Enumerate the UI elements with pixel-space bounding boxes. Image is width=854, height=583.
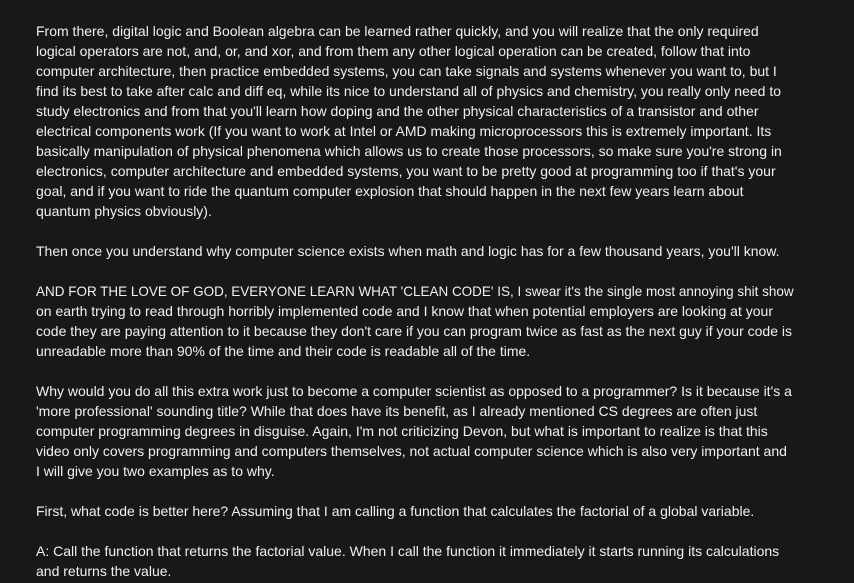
comment-paragraph-1: From there, digital logic and Boolean al… (36, 21, 794, 221)
comment-text-line: computer architecture, then practice emb… (36, 63, 777, 79)
comment-text-line: on earth trying to read through horribly… (36, 303, 773, 319)
comment-text-line: and returns the value. (36, 563, 172, 579)
comment-text-line: logical operators are not, and, or, and … (36, 43, 751, 59)
comment-text-line: 'more professional' sounding title? Whil… (36, 403, 758, 419)
comment-text-line: A: Call the function that returns the fa… (36, 543, 780, 559)
comment-text-line: basically manipulation of physical pheno… (36, 143, 782, 159)
comment-text-line: From there, digital logic and Boolean al… (36, 23, 759, 39)
comment-text-line: goal, and if you want to ride the quantu… (36, 183, 744, 199)
comment-text-line: electrical components work (If you want … (36, 123, 772, 139)
comment-text-line: unreadable more than 90% of the time and… (36, 343, 531, 359)
comment-text-line: First, what code is better here? Assumin… (36, 503, 755, 519)
comment-text-line: computer programming degrees in disguise… (36, 423, 768, 439)
comment-paragraph-2: Then once you understand why computer sc… (36, 241, 794, 261)
comment-paragraph-3: AND FOR THE LOVE OF GOD, EVERYONE LEARN … (36, 281, 794, 361)
comment-text-line: find its best to take after calc and dif… (36, 83, 781, 99)
comment-text-line: study electronics and from that you'll l… (36, 103, 759, 119)
comment-paragraph-6: A: Call the function that returns the fa… (36, 541, 794, 581)
comment-paragraph-4: Why would you do all this extra work jus… (36, 381, 794, 481)
comment-body: From there, digital logic and Boolean al… (36, 0, 794, 583)
comment-text-line: code they are paying attention to it bec… (36, 323, 792, 339)
comment-text-line: electronics, computer architecture and e… (36, 163, 776, 179)
comment-text-line: AND FOR THE LOVE OF GOD, EVERYONE LEARN … (36, 283, 794, 299)
comment-text-line: Then once you understand why computer sc… (36, 243, 780, 259)
comment-paragraph-5: First, what code is better here? Assumin… (36, 501, 794, 521)
comment-text-line: Why would you do all this extra work jus… (36, 383, 792, 399)
comment-text-line: video only covers programming and comput… (36, 443, 787, 459)
comment-text-line: I will give you two examples as to why. (36, 463, 275, 479)
comment-text-line: quantum physics obviously). (36, 203, 212, 219)
